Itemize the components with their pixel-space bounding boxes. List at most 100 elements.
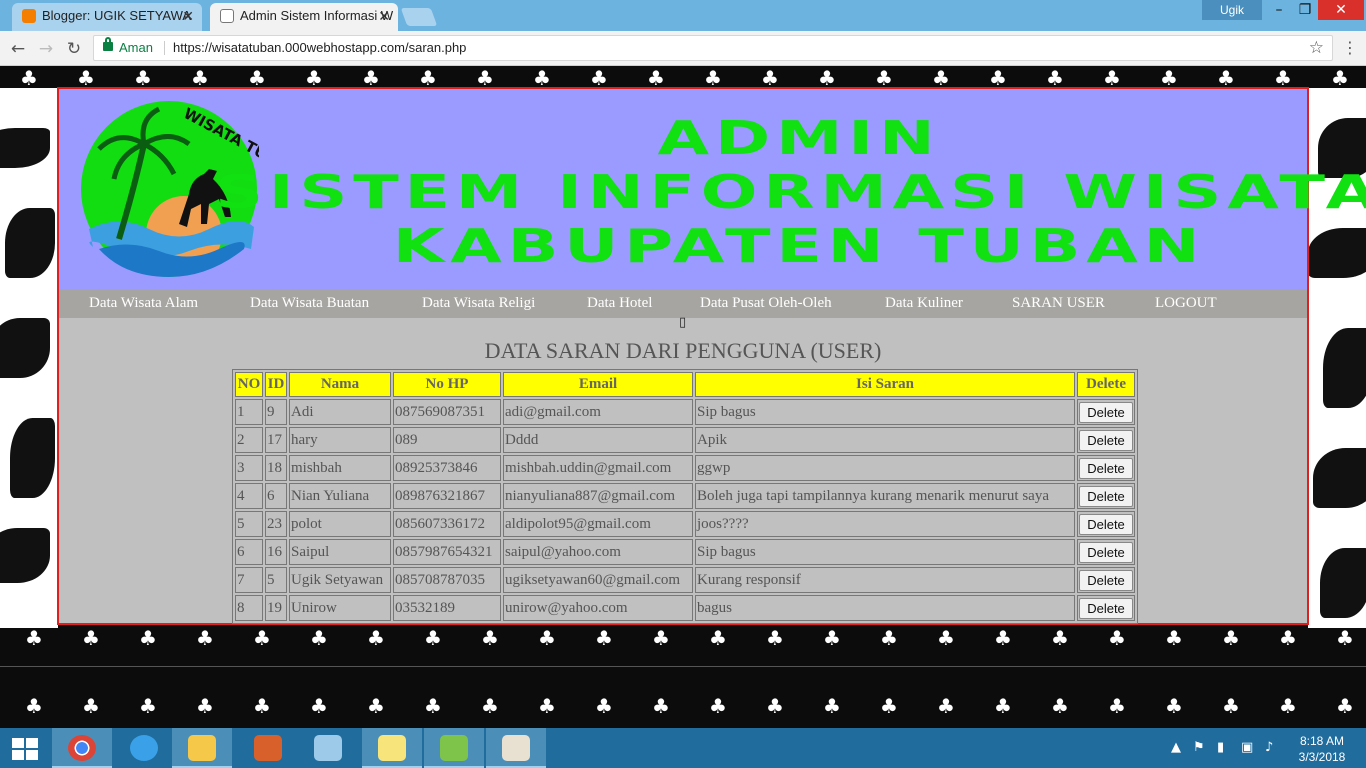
clover-decoration: ♣ (305, 66, 323, 90)
action-center-flag-icon[interactable]: ⚑ (1193, 740, 1205, 755)
table-body: 1 9 Adi 087569087351 adi@gmail.com Sip bagus D… (235, 399, 1135, 621)
clover-decoration: ♣ (1336, 694, 1354, 718)
clover-decoration: ♣ (989, 66, 1007, 90)
nav-data-kuliner[interactable]: Data Kuliner (885, 289, 963, 318)
clover-decoration: ♣ (1165, 694, 1183, 718)
close-tab-icon[interactable]: ✕ (182, 3, 194, 29)
forward-icon[interactable]: → (35, 38, 57, 60)
cell-nama: Ugik Setyawan (289, 567, 391, 593)
table-row: 8 19 Unirow 03532189 unirow@yahoo.com bagus De… (235, 595, 1135, 621)
clover-decoration: ♣ (362, 66, 380, 90)
cell-isi-saran: Sip bagus (695, 539, 1075, 565)
cell-id: 23 (265, 511, 287, 537)
clover-decoration: ♣ (196, 694, 214, 718)
clover-decoration: ♣ (1051, 626, 1069, 650)
clover-decoration: ♣ (1165, 626, 1183, 650)
clover-decoration: ♣ (419, 66, 437, 90)
divider (164, 41, 165, 55)
cell-no-hp: 089 (393, 427, 501, 453)
signal-icon[interactable]: ▮ (1217, 740, 1224, 755)
clock[interactable]: 8:18 AM 3/3/2018 (1290, 733, 1354, 765)
nav-data-wisata-religi[interactable]: Data Wisata Religi (422, 289, 535, 318)
admin-page-frame: WISATA TUBAN ADMIN SISTEM INFORMASI WISA… (57, 87, 1366, 625)
cell-nama: Saipul (289, 539, 391, 565)
cell-no-hp: 089876321867 (393, 483, 501, 509)
cell-isi-saran: bagus (695, 595, 1075, 621)
cell-nama: hary (289, 427, 391, 453)
paint-icon[interactable] (486, 728, 546, 768)
browser-menu-icon[interactable]: ⋮ (1340, 35, 1360, 61)
show-hidden-icons-icon[interactable]: ▲ (1171, 740, 1181, 755)
address-bar[interactable]: Aman https://wisatatuban.000webhostapp.c… (93, 35, 1333, 61)
profile-button[interactable]: Ugik (1202, 0, 1262, 20)
windows-start-icon[interactable] (12, 738, 38, 760)
clover-decoration: ♣ (1331, 66, 1349, 90)
new-tab-button[interactable] (400, 8, 438, 26)
nav-data-wisata-alam[interactable]: Data Wisata Alam (89, 289, 198, 318)
delete-button[interactable]: Delete (1079, 429, 1133, 451)
clover-decoration: ♣ (139, 626, 157, 650)
clover-decoration: ♣ (595, 694, 613, 718)
browser-titlebar: Blogger: UGIK SETYAWA ✕ Admin Sistem Inf… (0, 0, 1366, 31)
clover-decoration: ♣ (481, 694, 499, 718)
clover-decoration: ♣ (994, 626, 1012, 650)
nav-data-hotel[interactable]: Data Hotel (587, 289, 652, 318)
android-studio-icon[interactable] (424, 728, 484, 768)
col-isi-saran: Isi Saran (695, 372, 1075, 397)
saran-table: NO ID Nama No HP Email Isi Saran Delete … (232, 369, 1138, 624)
chrome-icon[interactable] (52, 728, 112, 768)
reload-icon[interactable]: ↻ (63, 38, 85, 60)
clover-decoration: ♣ (880, 626, 898, 650)
col-nama: Nama (289, 372, 391, 397)
delete-button[interactable]: Delete (1079, 541, 1133, 563)
tab-admin[interactable]: Admin Sistem Informasi W ✕ (210, 3, 398, 31)
clover-decoration: ♣ (994, 694, 1012, 718)
cell-nama: Unirow (289, 595, 391, 621)
taskbar: ▲ ⚑ ▮ ▣ ♪ 8:18 AM 3/3/2018 (0, 728, 1366, 768)
cell-delete: Delete (1077, 595, 1135, 621)
delete-button[interactable]: Delete (1079, 569, 1133, 591)
clock-date: 3/3/2018 (1298, 750, 1346, 764)
network-icon[interactable]: ▣ (1241, 740, 1253, 755)
delete-button[interactable]: Delete (1079, 457, 1133, 479)
delete-button[interactable]: Delete (1079, 401, 1133, 423)
media-player-icon[interactable] (238, 728, 298, 768)
cell-delete: Delete (1077, 539, 1135, 565)
nav-data-wisata-buatan[interactable]: Data Wisata Buatan (250, 289, 369, 318)
cell-no: 7 (235, 567, 263, 593)
file-explorer-icon[interactable] (172, 728, 232, 768)
nav-data-pusat-oleh-oleh[interactable]: Data Pusat Oleh-Oleh (700, 289, 832, 318)
sticky-notes-icon[interactable] (362, 728, 422, 768)
clover-decoration: ♣ (647, 66, 665, 90)
delete-button[interactable]: Delete (1079, 513, 1133, 535)
browser-toolbar: ← → ↻ Aman https://wisatatuban.000webhos… (0, 31, 1366, 66)
bookmark-star-icon[interactable]: ☆ (1309, 36, 1324, 60)
close-window-icon[interactable]: ✕ (1318, 0, 1364, 20)
delete-button[interactable]: Delete (1079, 485, 1133, 507)
maximize-icon[interactable]: ❐ (1290, 0, 1320, 20)
clover-decoration: ♣ (1279, 626, 1297, 650)
back-icon[interactable]: ← (7, 38, 29, 60)
cell-email: aldipolot95@gmail.com (503, 511, 693, 537)
close-tab-icon[interactable]: ✕ (378, 3, 390, 29)
header-banner: WISATA TUBAN ADMIN SISTEM INFORMASI WISA… (59, 89, 1366, 289)
table-row: 2 17 hary 089 Dddd Apik Delete (235, 427, 1135, 453)
cell-email: nianyuliana887@gmail.com (503, 483, 693, 509)
tab-blogger[interactable]: Blogger: UGIK SETYAWA ✕ (12, 3, 202, 31)
delete-button[interactable]: Delete (1079, 597, 1133, 619)
col-no-hp: No HP (393, 372, 501, 397)
cell-no-hp: 087569087351 (393, 399, 501, 425)
volume-icon[interactable]: ♪ (1265, 740, 1273, 755)
clover-decoration: ♣ (367, 626, 385, 650)
clover-decoration: ♣ (709, 694, 727, 718)
nav-saran-user[interactable]: SARAN USER (1012, 289, 1105, 318)
table-row: 7 5 Ugik Setyawan 085708787035 ugiksetyawan6… (235, 567, 1135, 593)
nav-logout[interactable]: LOGOUT (1155, 289, 1217, 318)
clover-decoration: ♣ (1222, 626, 1240, 650)
cell-nama: polot (289, 511, 391, 537)
clover-decoration: ♣ (823, 694, 841, 718)
notepad-icon[interactable] (298, 728, 358, 768)
table-header-row: NO ID Nama No HP Email Isi Saran Delete (235, 372, 1135, 397)
tab-title: Blogger: UGIK SETYAWA (42, 8, 192, 23)
internet-explorer-icon[interactable] (114, 728, 174, 768)
